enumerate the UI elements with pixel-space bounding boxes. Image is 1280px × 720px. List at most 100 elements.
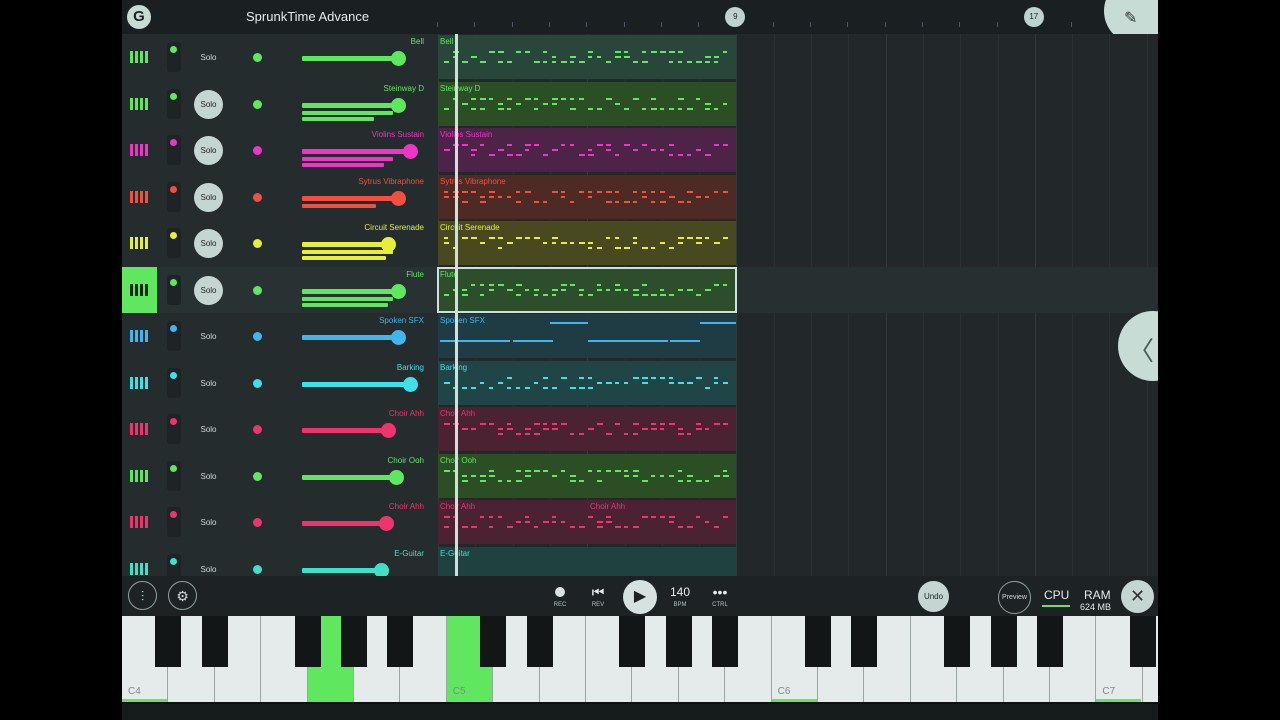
pan-knob[interactable]: [253, 146, 262, 155]
solo-button[interactable]: Solo: [194, 415, 223, 444]
solo-button[interactable]: Solo: [194, 43, 223, 72]
pan-knob[interactable]: [253, 564, 262, 574]
black-key[interactable]: [990, 616, 1017, 667]
playhead[interactable]: [455, 34, 458, 576]
pan-knob[interactable]: [253, 53, 262, 62]
black-key[interactable]: [294, 616, 321, 667]
piano-roll-button[interactable]: [122, 266, 157, 313]
piano-roll-button[interactable]: [122, 220, 157, 266]
undo-button[interactable]: Undo: [918, 581, 949, 612]
black-key[interactable]: [944, 616, 971, 667]
timeline-ruler[interactable]: 9 17: [437, 0, 1147, 34]
pan-knob[interactable]: [253, 285, 262, 295]
app-logo-icon[interactable]: G: [127, 5, 151, 29]
volume-slider[interactable]: [381, 423, 397, 438]
pan-knob[interactable]: [253, 425, 262, 434]
black-key[interactable]: [1129, 616, 1156, 667]
channel-name[interactable]: Sytrus Vibraphone: [358, 177, 424, 186]
volume-slider[interactable]: [391, 190, 406, 206]
piano-keyboard[interactable]: C4 C5 C6 C7: [122, 616, 1158, 704]
pattern-clip[interactable]: Spoken SFX: [438, 314, 736, 358]
black-key[interactable]: [1037, 616, 1063, 667]
channel-name[interactable]: Circuit Serenade: [364, 223, 424, 232]
pattern-clip[interactable]: Choir Ooh: [438, 453, 736, 498]
channel-name[interactable]: Choir Ooh: [388, 456, 424, 465]
black-key[interactable]: [851, 616, 878, 667]
piano-roll-button[interactable]: [122, 313, 157, 359]
black-key[interactable]: [712, 616, 739, 667]
pan-knob[interactable]: [253, 99, 262, 109]
piano-roll-button[interactable]: [122, 127, 157, 173]
solo-button[interactable]: Solo: [194, 89, 223, 119]
close-icon[interactable]: ✕: [1121, 580, 1154, 613]
channel-name[interactable]: Spoken SFX: [379, 316, 424, 325]
volume-slider[interactable]: [391, 51, 406, 66]
ruler-marker[interactable]: 9: [725, 7, 746, 27]
black-key[interactable]: [201, 616, 228, 667]
pan-knob[interactable]: [253, 192, 262, 202]
piano-roll-button[interactable]: [122, 453, 157, 499]
solo-button[interactable]: Solo: [194, 136, 223, 165]
solo-button[interactable]: Solo: [194, 182, 223, 212]
playlist[interactable]: Bell Steinway D Violins Sustain Sytrus Vibr…: [437, 34, 1158, 591]
pattern-clip[interactable]: Choir Ahh: [438, 407, 736, 451]
solo-button[interactable]: Solo: [194, 322, 223, 351]
record-button[interactable]: REC: [550, 582, 570, 608]
pan-knob[interactable]: [253, 378, 262, 388]
pattern-clip[interactable]: Steinway D: [438, 81, 736, 126]
black-key[interactable]: [665, 616, 692, 667]
pattern-clip[interactable]: Circuit Serenade: [438, 221, 736, 265]
pan-knob[interactable]: [253, 239, 262, 248]
preview-button[interactable]: Preview: [998, 581, 1031, 614]
pan-knob[interactable]: [253, 518, 262, 527]
black-key[interactable]: [387, 616, 414, 667]
solo-button[interactable]: Solo: [194, 508, 223, 537]
piano-roll-button[interactable]: [122, 174, 157, 220]
piano-settings-icon[interactable]: ⚙: [168, 581, 197, 610]
volume-slider[interactable]: [391, 330, 406, 345]
piano-roll-button[interactable]: [122, 360, 157, 406]
mixer-icon[interactable]: ⫶: [128, 581, 157, 610]
black-key[interactable]: [805, 616, 831, 667]
black-key[interactable]: [619, 616, 646, 667]
solo-button[interactable]: Solo: [194, 275, 223, 305]
piano-roll-button[interactable]: [122, 406, 157, 452]
pattern-clip[interactable]: Sytrus Vibraphone: [438, 174, 736, 219]
black-key[interactable]: [480, 616, 507, 667]
piano-roll-button[interactable]: [122, 34, 157, 80]
channel-name[interactable]: Barking: [397, 363, 424, 372]
volume-slider[interactable]: [391, 97, 406, 113]
black-key[interactable]: [155, 616, 182, 667]
piano-roll-button[interactable]: [122, 81, 157, 127]
channel-name[interactable]: E-Guitar: [394, 549, 424, 558]
pattern-clip[interactable]: Bell: [438, 35, 736, 79]
volume-slider[interactable]: [403, 144, 418, 159]
piano-roll-button[interactable]: [122, 499, 157, 545]
black-key[interactable]: [341, 616, 367, 667]
volume-slider[interactable]: [379, 516, 394, 531]
channel-name[interactable]: Violins Sustain: [372, 130, 424, 139]
pan-knob[interactable]: [253, 332, 262, 341]
solo-button[interactable]: Solo: [194, 462, 223, 491]
solo-button[interactable]: Solo: [194, 229, 223, 258]
ruler-marker[interactable]: 17: [1023, 7, 1044, 27]
channel-name[interactable]: Bell: [411, 37, 424, 46]
channel-name[interactable]: Flute: [406, 270, 424, 279]
play-button[interactable]: ▶: [623, 580, 657, 614]
volume-slider[interactable]: [388, 469, 404, 485]
solo-button[interactable]: Solo: [194, 369, 223, 398]
black-key[interactable]: [526, 616, 553, 667]
rewind-button[interactable]: ⏮ REV: [588, 582, 608, 608]
pattern-clip[interactable]: Violins Sustain: [438, 128, 736, 172]
channel-name[interactable]: Choir Ahh: [389, 409, 424, 418]
pattern-clip[interactable]: Barking: [438, 360, 736, 405]
tempo-control[interactable]: 140 BPM: [668, 582, 692, 608]
ctrl-button[interactable]: ••• CTRL: [708, 582, 732, 608]
channel-name[interactable]: Steinway D: [384, 84, 424, 93]
volume-slider[interactable]: [391, 283, 406, 299]
pattern-clip[interactable]: Flute: [437, 266, 737, 313]
pattern-clip[interactable]: Choir Ahh Choir Ahh: [438, 500, 736, 544]
channel-name[interactable]: Choir Ahh: [389, 502, 424, 511]
volume-slider[interactable]: [403, 376, 418, 392]
pan-knob[interactable]: [253, 471, 262, 481]
